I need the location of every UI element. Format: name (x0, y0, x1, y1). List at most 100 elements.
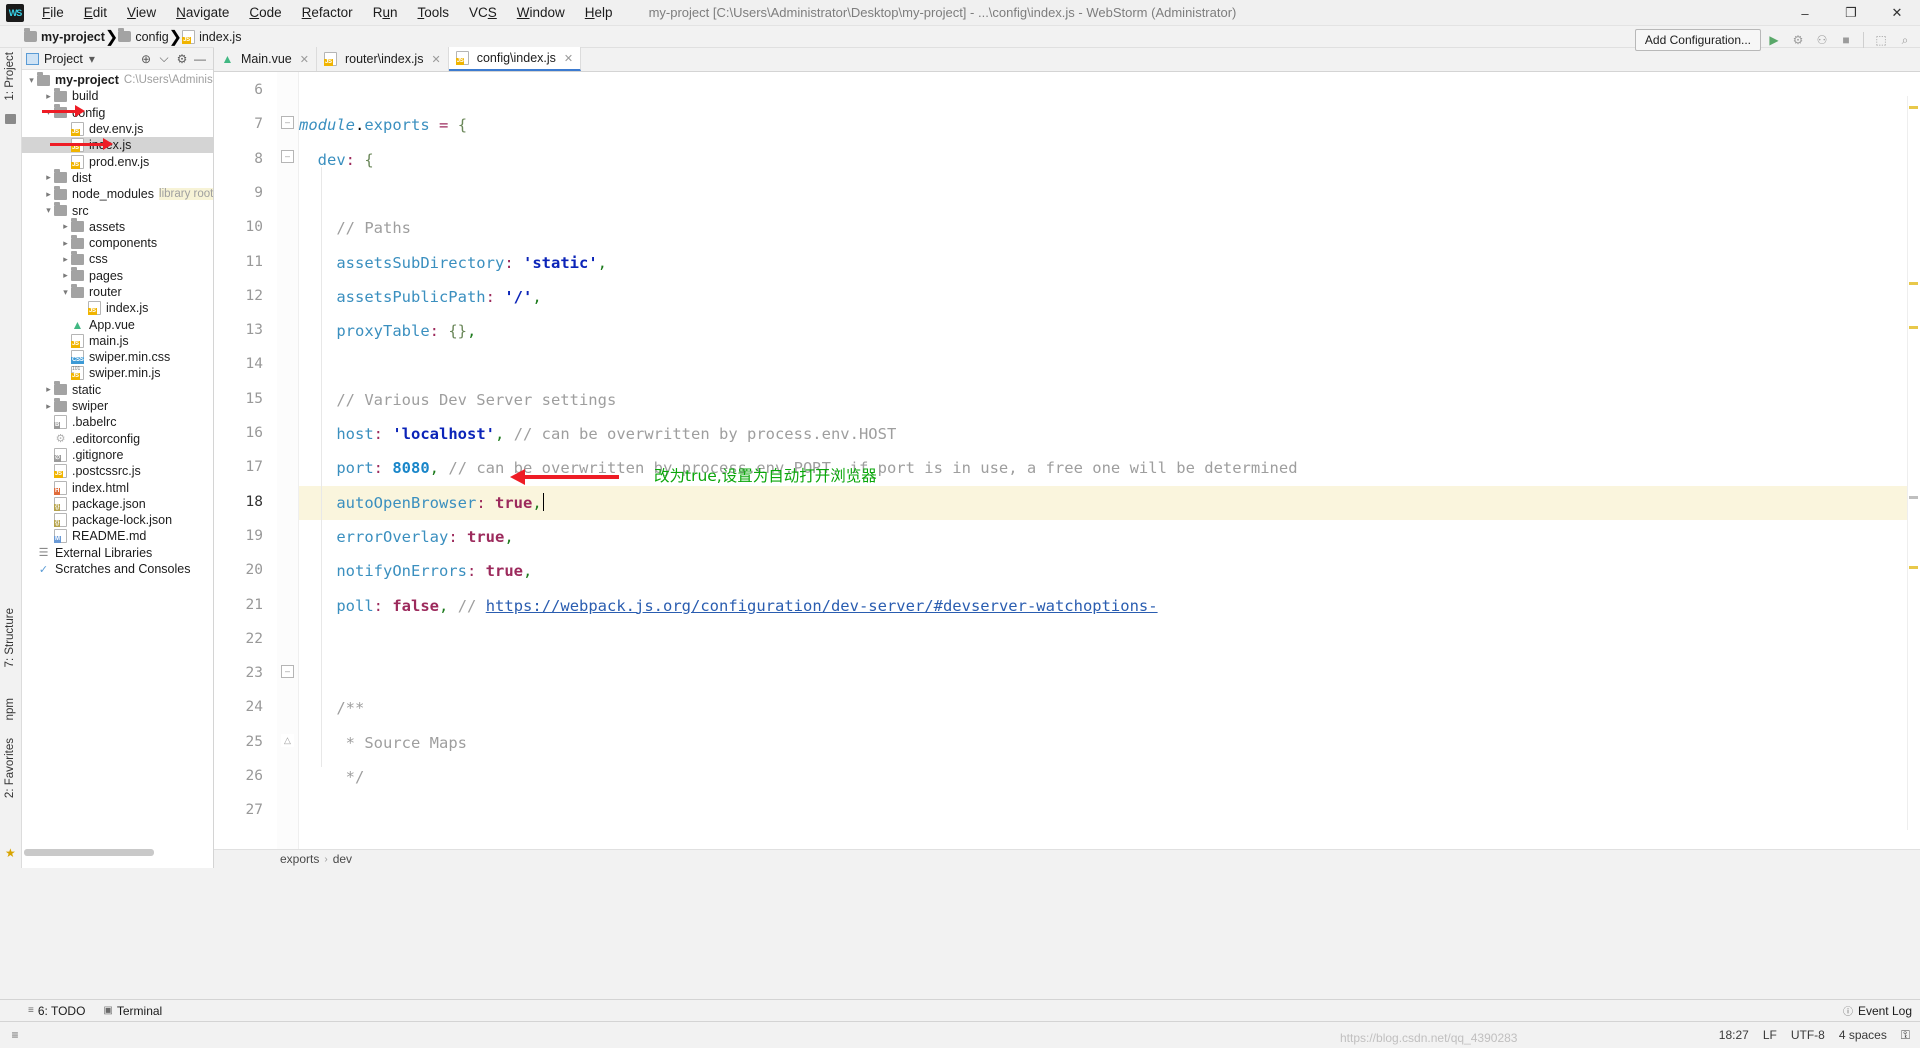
menu-window[interactable]: Window (507, 2, 575, 23)
close-icon[interactable]: ✕ (431, 53, 440, 66)
tree-node-static[interactable]: static (22, 381, 213, 398)
code-text[interactable]: module.exports = { dev: { // Paths asset… (299, 72, 1920, 849)
breadcrumb-exports[interactable]: exports (280, 852, 319, 866)
tree-node-package-lock-json[interactable]: {} package-lock.json (22, 512, 213, 528)
tree-node-components[interactable]: components (22, 234, 213, 251)
menu-view[interactable]: View (117, 2, 166, 23)
tree-node--babelrc[interactable]: B .babelrc (22, 414, 213, 430)
debug-icon[interactable]: ⚙ (1787, 29, 1809, 51)
tree-node-router[interactable]: router (22, 283, 213, 300)
chevron-down-icon[interactable] (26, 75, 37, 86)
terminal-tool-button[interactable]: ▣ Terminal (103, 1004, 162, 1018)
close-icon[interactable]: ✕ (564, 52, 573, 65)
close-button[interactable]: ✕ (1874, 0, 1920, 26)
editor-tab-main-vue[interactable]: ▲ Main.vue ✕ (214, 47, 317, 71)
locate-file-icon[interactable]: ⊕ (137, 50, 155, 68)
chevron-right-icon[interactable] (60, 238, 71, 249)
tree-node--editorconfig[interactable]: ⚙ .editorconfig (22, 431, 213, 447)
breadcrumb-dev[interactable]: dev (333, 852, 352, 866)
menu-refactor[interactable]: Refactor (292, 2, 363, 23)
add-configuration-button[interactable]: Add Configuration... (1634, 29, 1761, 51)
analysis-stripe[interactable] (1907, 96, 1920, 830)
minimize-button[interactable]: – (1782, 0, 1828, 26)
tree-node-external-libraries[interactable]: ☰ External Libraries (22, 545, 213, 561)
sidebar-item-favorites[interactable]: 2: Favorites (4, 738, 16, 803)
menu-help[interactable]: Help (575, 2, 623, 23)
tree-node-assets[interactable]: assets (22, 218, 213, 235)
close-icon[interactable]: ✕ (300, 53, 309, 66)
tree-node-swiper-min-css[interactable]: CSS swiper.min.css (22, 349, 213, 365)
chevron-down-icon[interactable] (60, 287, 71, 298)
editor-tab-config-index-js[interactable]: config\index.js ✕ (448, 47, 582, 71)
chevron-right-icon[interactable] (43, 189, 54, 200)
menu-run[interactable]: Run (363, 2, 408, 23)
lock-icon[interactable]: ⚿ (1901, 1028, 1910, 1043)
search-icon[interactable]: ⌕ (1894, 29, 1916, 51)
maximize-button[interactable]: ❐ (1828, 0, 1874, 26)
warning-marker[interactable] (1909, 282, 1918, 285)
code-folding-gutter[interactable]: – – – △ (277, 72, 299, 849)
tree-node-readme-md[interactable]: M README.md (22, 528, 213, 544)
tree-node-main-js[interactable]: JS main.js (22, 333, 213, 349)
event-log-button[interactable]: ⓘ Event Log (1843, 1003, 1912, 1019)
project-panel-scrollbar[interactable] (24, 849, 154, 856)
breadcrumb-project[interactable]: my-project (24, 28, 105, 44)
tree-node-prod-env-js[interactable]: JS prod.env.js (22, 153, 213, 169)
chevron-right-icon[interactable] (43, 172, 54, 183)
chevron-right-icon[interactable] (60, 270, 71, 281)
chevron-down-icon[interactable] (43, 205, 54, 216)
hide-panel-icon[interactable]: — (191, 50, 209, 68)
tree-node--postcssrc-js[interactable]: JS .postcssrc.js (22, 463, 213, 479)
tree-node--gitignore[interactable]: ∅ .gitignore (22, 447, 213, 463)
fold-marker-line7[interactable]: – (281, 116, 294, 129)
todo-tool-button[interactable]: ≡ 6: TODO (28, 1004, 85, 1018)
tree-node-dist[interactable]: dist (22, 169, 213, 186)
tree-node-dev-env-js[interactable]: JS dev.env.js (22, 121, 213, 137)
settings-gear-icon[interactable]: ⚙ (173, 50, 191, 68)
fold-marker-line8[interactable]: – (281, 150, 294, 163)
tree-node-build[interactable]: build (22, 87, 213, 104)
stop-icon[interactable]: ■ (1835, 29, 1857, 51)
collapse-all-icon[interactable]: ⌵ (155, 50, 173, 68)
menu-edit[interactable]: Edit (74, 2, 117, 23)
menu-navigate[interactable]: Navigate (166, 2, 239, 23)
run-icon[interactable]: ▶ (1763, 29, 1785, 51)
breadcrumb-file[interactable]: index.js (182, 29, 241, 44)
tree-node-index-js[interactable]: JS index.js (22, 300, 213, 316)
tree-node-node-modules[interactable]: node_modules library root (22, 185, 213, 202)
status-encoding[interactable]: UTF-8 (1791, 1028, 1825, 1042)
editor-tab-router-index-js[interactable]: router\index.js ✕ (316, 47, 449, 71)
tree-node-app-vue[interactable]: ▲ App.vue (22, 316, 213, 332)
warning-marker[interactable] (1909, 566, 1918, 569)
tree-node-my-project[interactable]: my-project C:\Users\Administrato (22, 71, 213, 88)
chevron-right-icon[interactable] (43, 91, 54, 102)
fold-marker-line26[interactable]: △ (281, 734, 294, 747)
hamburger-menu-icon[interactable]: ≡ (4, 1024, 26, 1046)
sidebar-item-project[interactable]: 1: Project (4, 52, 16, 106)
tree-node-css[interactable]: css (22, 250, 213, 267)
tree-node-package-json[interactable]: {} package.json (22, 496, 213, 512)
tree-node-swiper[interactable]: swiper (22, 397, 213, 414)
fold-marker-line24[interactable]: – (281, 665, 294, 678)
run-with-coverage-icon[interactable]: ⚇ (1811, 29, 1833, 51)
chevron-right-icon[interactable] (60, 254, 71, 265)
warning-marker[interactable] (1909, 326, 1918, 329)
chevron-right-icon[interactable] (60, 221, 71, 232)
tree-node-src[interactable]: src (22, 202, 213, 218)
menu-tools[interactable]: Tools (407, 2, 459, 23)
menu-code[interactable]: Code (239, 2, 291, 23)
tree-node-swiper-min-js[interactable]: 1010JS swiper.min.js (22, 365, 213, 381)
tree-node-index-html[interactable]: Hindex.html (22, 479, 213, 495)
tree-node-pages[interactable]: pages (22, 267, 213, 284)
sidebar-item-npm[interactable]: npm (4, 698, 16, 725)
chevron-down-icon[interactable]: ▾ (83, 50, 101, 68)
chevron-right-icon[interactable] (43, 401, 54, 412)
breadcrumb-config[interactable]: config (118, 28, 169, 44)
menu-vcs[interactable]: VCS (459, 2, 507, 23)
menu-file[interactable]: File (32, 2, 74, 23)
layout-icon[interactable]: ⬚ (1870, 29, 1892, 51)
status-line-separator[interactable]: LF (1763, 1028, 1777, 1042)
warning-marker[interactable] (1909, 106, 1918, 109)
code-editor[interactable]: 6 7 8 9 10 11 12 13 14 15 16 17 18 19 20 21 22 23 24 25 26 27… (214, 72, 1920, 849)
sidebar-item-structure[interactable]: 7: Structure (4, 608, 16, 672)
